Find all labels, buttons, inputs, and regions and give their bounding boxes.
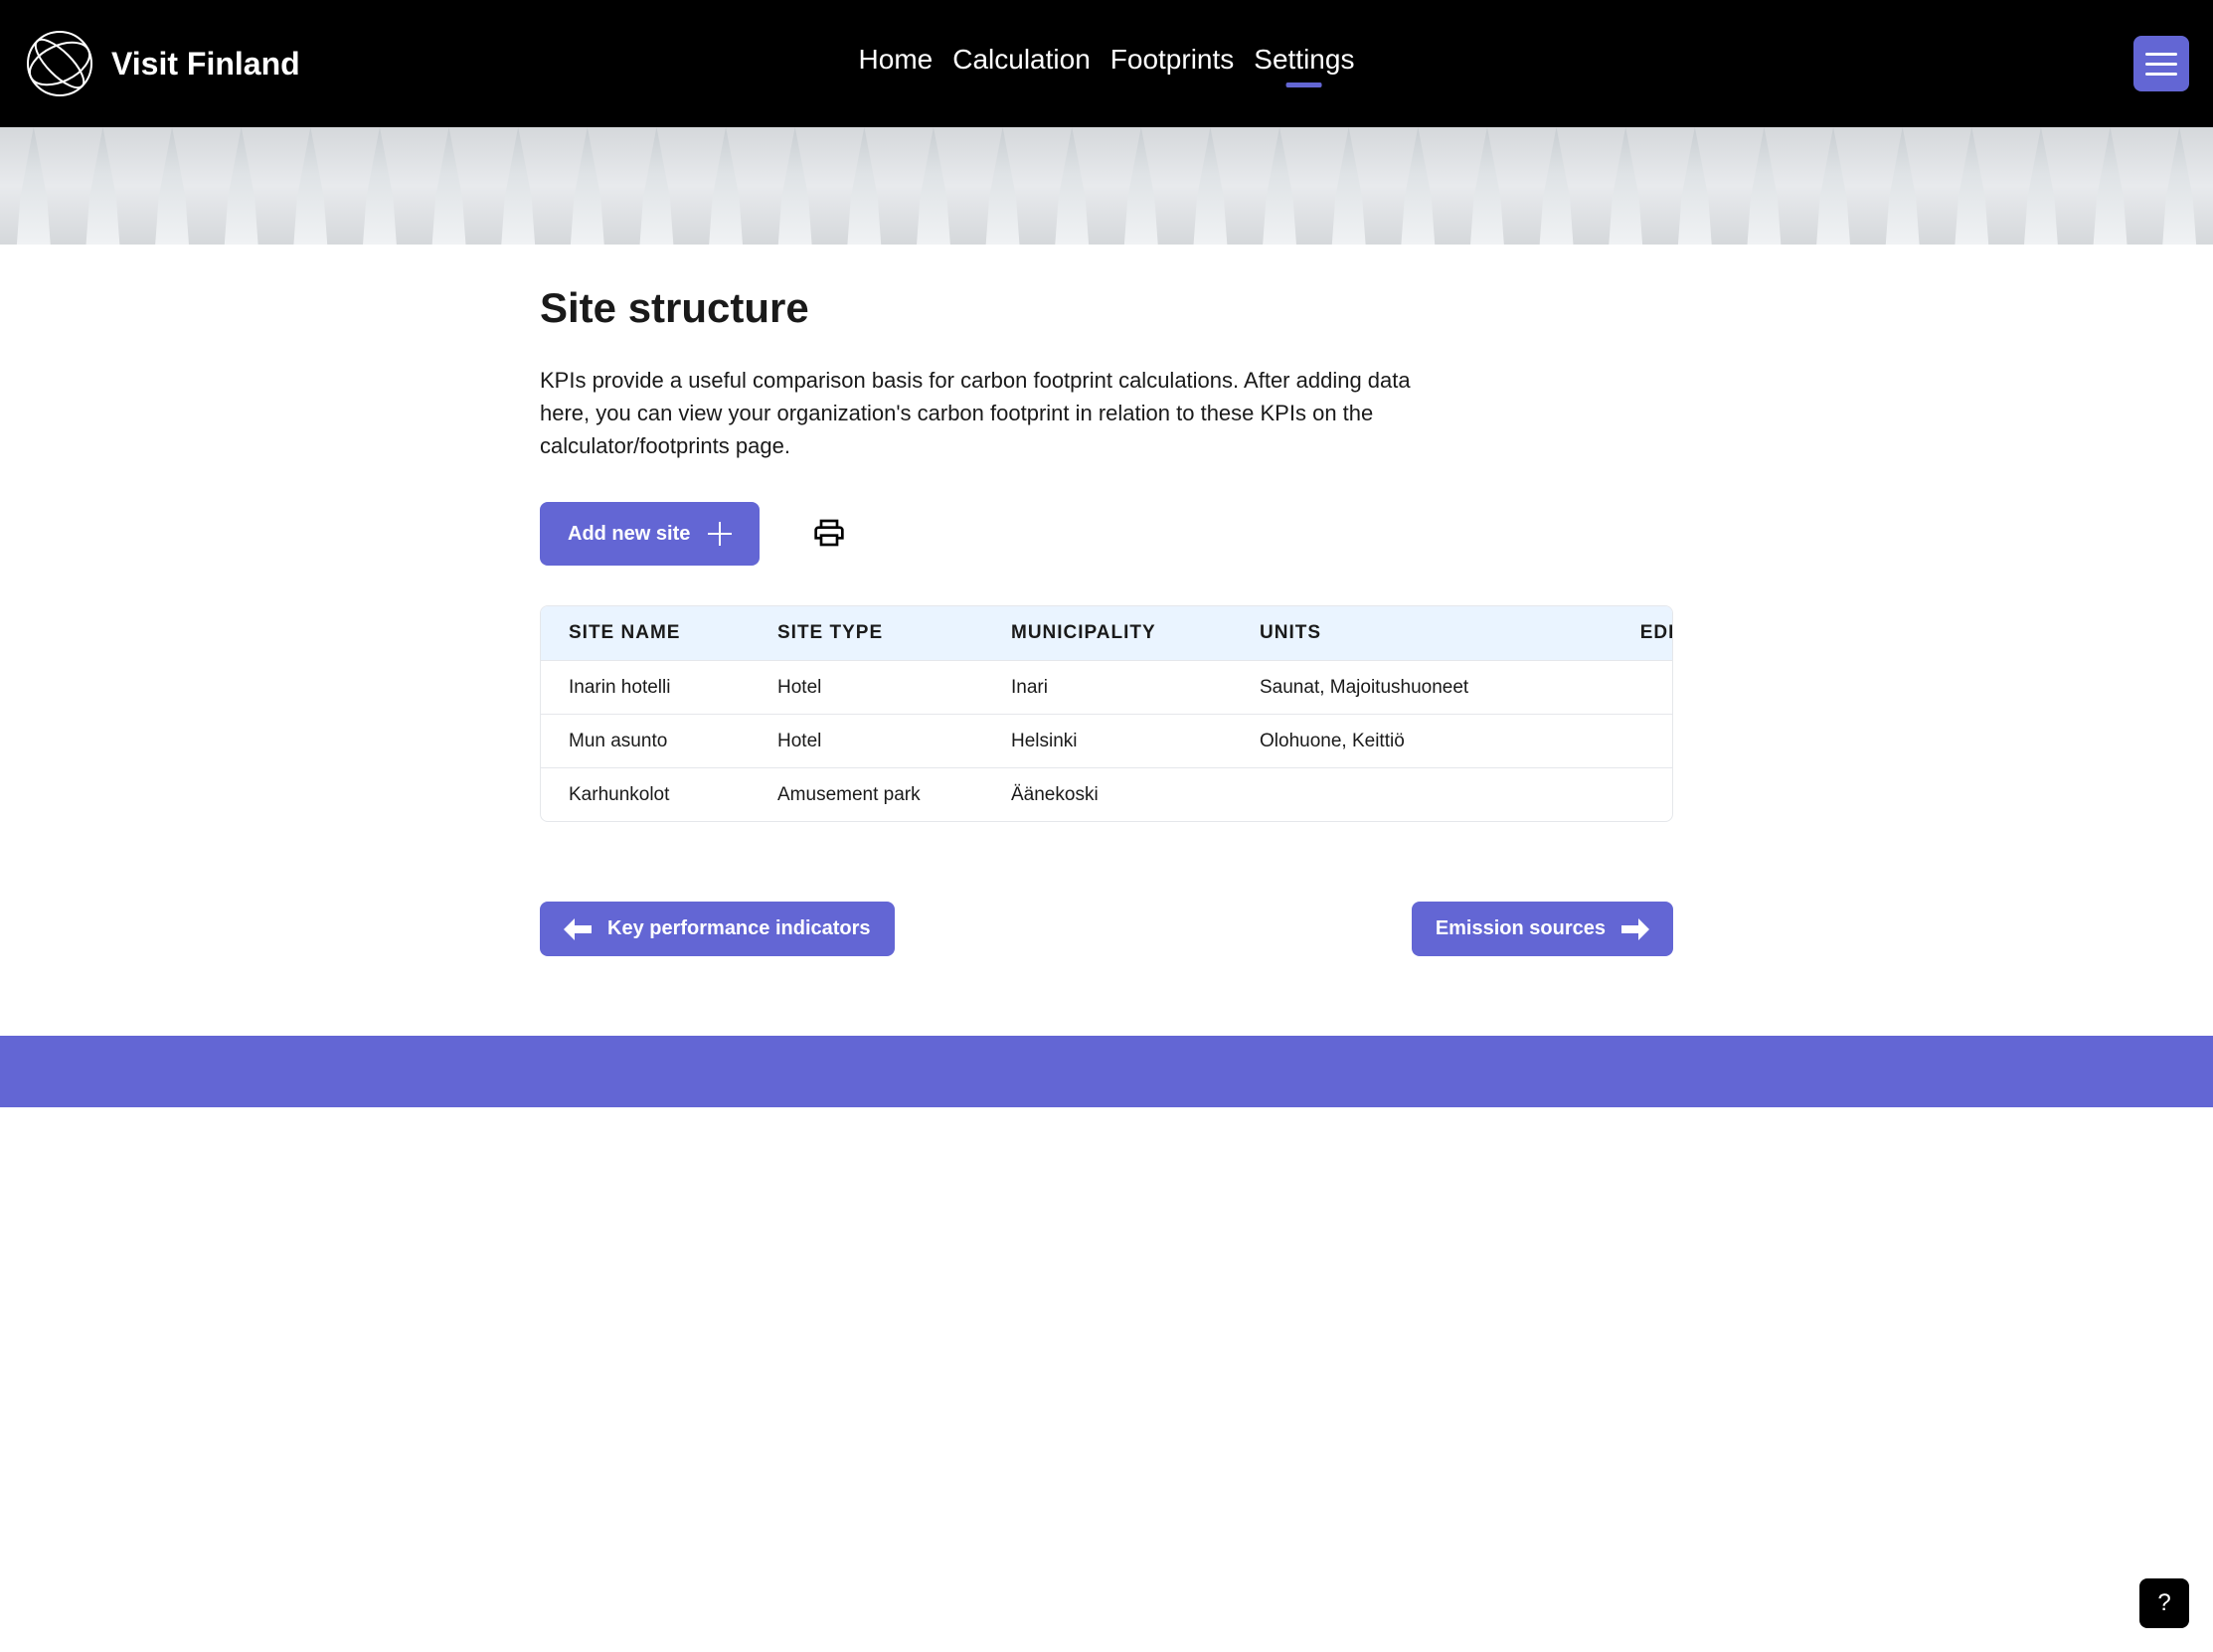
print-button[interactable] [809, 513, 849, 556]
page-description: KPIs provide a useful comparison basis f… [540, 364, 1454, 462]
cell-site-name: Mun asunto [569, 731, 777, 752]
table-row: Mun asunto Hotel Helsinki Olohuone, Keit… [541, 714, 1672, 767]
banner-image [0, 127, 2213, 245]
cell-site-type: Hotel [777, 731, 1011, 752]
table-row: Karhunkolot Amusement park Äänekoski [541, 767, 1672, 821]
hamburger-line-icon [2145, 53, 2177, 56]
next-button-label: Emission sources [1436, 917, 1606, 940]
main-content: Site structure KPIs provide a useful com… [540, 245, 1673, 996]
cell-municipality: Inari [1011, 677, 1260, 699]
cell-site-type: Amusement park [777, 784, 1011, 806]
row-menu-button[interactable] [1666, 727, 1673, 755]
cell-municipality: Helsinki [1011, 731, 1260, 752]
th-edit: EDIT [1598, 622, 1673, 644]
table-row: Inarin hotelli Hotel Inari Saunat, Majoi… [541, 660, 1672, 714]
cell-site-type: Hotel [777, 677, 1011, 699]
logo-icon [24, 28, 95, 99]
hamburger-line-icon [2145, 63, 2177, 66]
cell-site-name: Inarin hotelli [569, 677, 777, 699]
sites-table: SITE NAME SITE TYPE MUNICIPALITY UNITS E… [540, 605, 1673, 822]
th-municipality: MUNICIPALITY [1011, 622, 1260, 644]
add-button-label: Add new site [568, 523, 690, 546]
bottom-nav: Key performance indicators Emission sour… [540, 902, 1673, 956]
cell-units: Saunat, Majoitushuoneet [1260, 677, 1598, 699]
nav-settings[interactable]: Settings [1254, 44, 1354, 83]
th-site-type: SITE TYPE [777, 622, 1011, 644]
arrow-left-icon [564, 918, 592, 940]
cell-site-name: Karhunkolot [569, 784, 777, 806]
arrow-right-icon [1621, 918, 1649, 940]
print-icon [813, 517, 845, 549]
nav-footprints[interactable]: Footprints [1110, 44, 1235, 83]
table-header: SITE NAME SITE TYPE MUNICIPALITY UNITS E… [541, 606, 1672, 660]
header: Visit Finland Home Calculation Footprint… [0, 0, 2213, 127]
th-site-name: SITE NAME [569, 622, 777, 644]
nav-home[interactable]: Home [859, 44, 934, 83]
logo-section[interactable]: Visit Finland [24, 28, 300, 99]
cell-edit [1598, 727, 1673, 755]
help-button[interactable]: ? [2139, 1578, 2189, 1628]
footer [0, 1036, 2213, 1107]
hamburger-line-icon [2145, 73, 2177, 76]
cell-edit [1598, 673, 1673, 702]
cell-units: Olohuone, Keittiö [1260, 731, 1598, 752]
prev-button-label: Key performance indicators [607, 917, 871, 940]
row-menu-button[interactable] [1666, 673, 1673, 702]
row-menu-button[interactable] [1666, 780, 1673, 809]
main-nav: Home Calculation Footprints Settings [859, 44, 1355, 83]
next-button[interactable]: Emission sources [1412, 902, 1673, 956]
hamburger-menu-button[interactable] [2133, 36, 2189, 91]
nav-calculation[interactable]: Calculation [952, 44, 1091, 83]
cell-municipality: Äänekoski [1011, 784, 1260, 806]
action-row: Add new site [540, 502, 1673, 566]
prev-button[interactable]: Key performance indicators [540, 902, 895, 956]
page-title: Site structure [540, 284, 1673, 332]
cell-edit [1598, 780, 1673, 809]
th-units: UNITS [1260, 622, 1598, 644]
plus-icon [708, 522, 732, 546]
add-new-site-button[interactable]: Add new site [540, 502, 760, 566]
logo-text: Visit Finland [111, 46, 300, 83]
